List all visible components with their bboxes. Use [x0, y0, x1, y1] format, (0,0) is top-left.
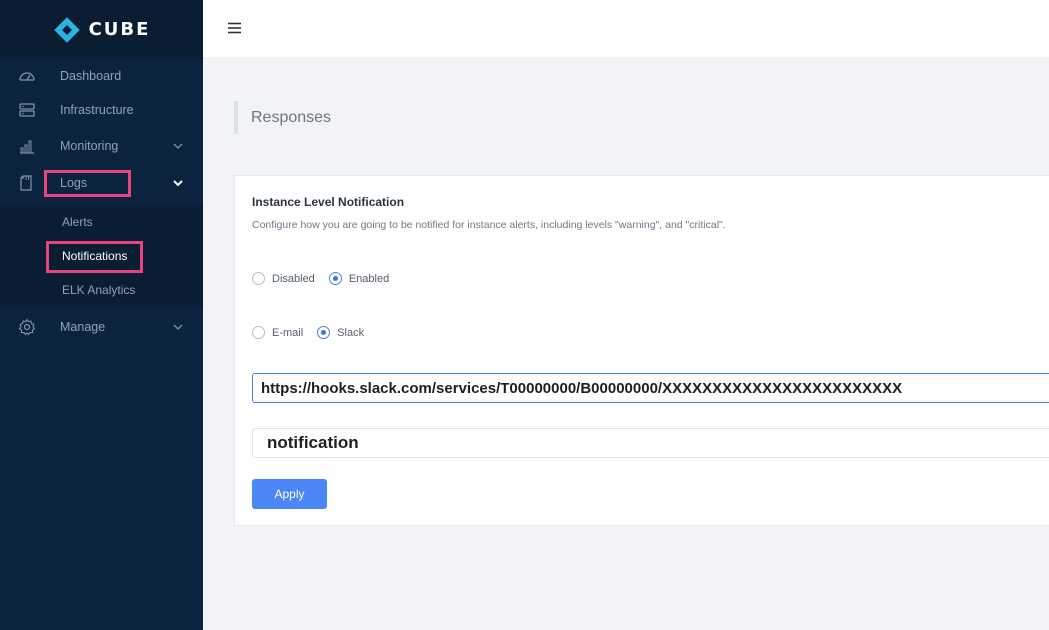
radio-circle[interactable]	[317, 326, 331, 339]
radio-circle[interactable]	[328, 272, 342, 285]
bar-chart-icon	[20, 140, 34, 154]
sidebar-item-monitoring[interactable]: Monitoring	[0, 129, 203, 163]
apply-button[interactable]: Apply	[252, 479, 327, 509]
submenu-item-label: Alerts	[62, 215, 93, 229]
radio-circle[interactable]	[252, 326, 265, 339]
radio-disabled[interactable]: Disabled	[252, 272, 315, 285]
sidebar-item-label: Manage	[60, 320, 106, 334]
card-description: Configure how you are going to be notifi…	[252, 219, 726, 231]
sidebar-item-label: Dashboard	[60, 69, 122, 83]
radio-label: Disabled	[272, 272, 315, 285]
radio-label: Slack	[337, 326, 365, 339]
sidebar-item-label: Infrastructure	[60, 103, 134, 117]
radio-slack[interactable]: Slack	[317, 326, 364, 339]
card-title: Instance Level Notification	[252, 195, 405, 209]
radio-enabled[interactable]: Enabled	[328, 272, 390, 285]
top-bar	[203, 0, 1049, 57]
gear-icon	[18, 318, 36, 336]
chevron-down-icon	[173, 324, 183, 330]
notification-settings-card: Instance Level Notification Configure ho…	[234, 175, 1049, 526]
slack-webhook-url-input[interactable]	[252, 373, 1049, 403]
radio-email[interactable]: E-mail	[252, 326, 303, 339]
radio-label: Enabled	[348, 272, 390, 285]
sidebar-item-manage[interactable]: Manage	[0, 310, 203, 344]
submenu-item-alerts[interactable]: Alerts	[0, 205, 203, 239]
document-icon	[20, 175, 32, 191]
sidebar: CUBE Dashboard Infrastructure Monitoring	[0, 0, 203, 630]
chevron-down-icon	[173, 180, 183, 187]
logs-highlight-box	[44, 170, 131, 197]
radio-label: E-mail	[272, 326, 304, 339]
sidebar-item-infrastructure[interactable]: Infrastructure	[0, 93, 203, 127]
notifications-highlight-box	[46, 241, 143, 273]
slack-channel-input[interactable]	[252, 428, 1049, 458]
sidebar-item-label: Monitoring	[60, 139, 119, 153]
status-radio-group: Disabled Enabled	[252, 272, 403, 285]
radio-circle[interactable]	[252, 272, 265, 285]
server-icon	[19, 103, 35, 117]
submenu-item-label: ELK Analytics	[62, 283, 136, 297]
cube-logo-icon	[53, 16, 80, 43]
page-title-container: Responses	[234, 101, 331, 134]
chevron-down-icon	[173, 143, 183, 149]
hamburger-menu-icon[interactable]	[227, 20, 243, 36]
channel-radio-group: E-mail Slack	[252, 326, 378, 339]
brand-name: CUBE	[88, 19, 151, 40]
page-title: Responses	[251, 108, 332, 126]
brand[interactable]: CUBE	[0, 0, 203, 59]
dashboard-gauge-icon	[19, 72, 35, 81]
sidebar-item-dashboard[interactable]: Dashboard	[0, 59, 203, 93]
submenu-item-elk-analytics[interactable]: ELK Analytics	[0, 273, 203, 307]
